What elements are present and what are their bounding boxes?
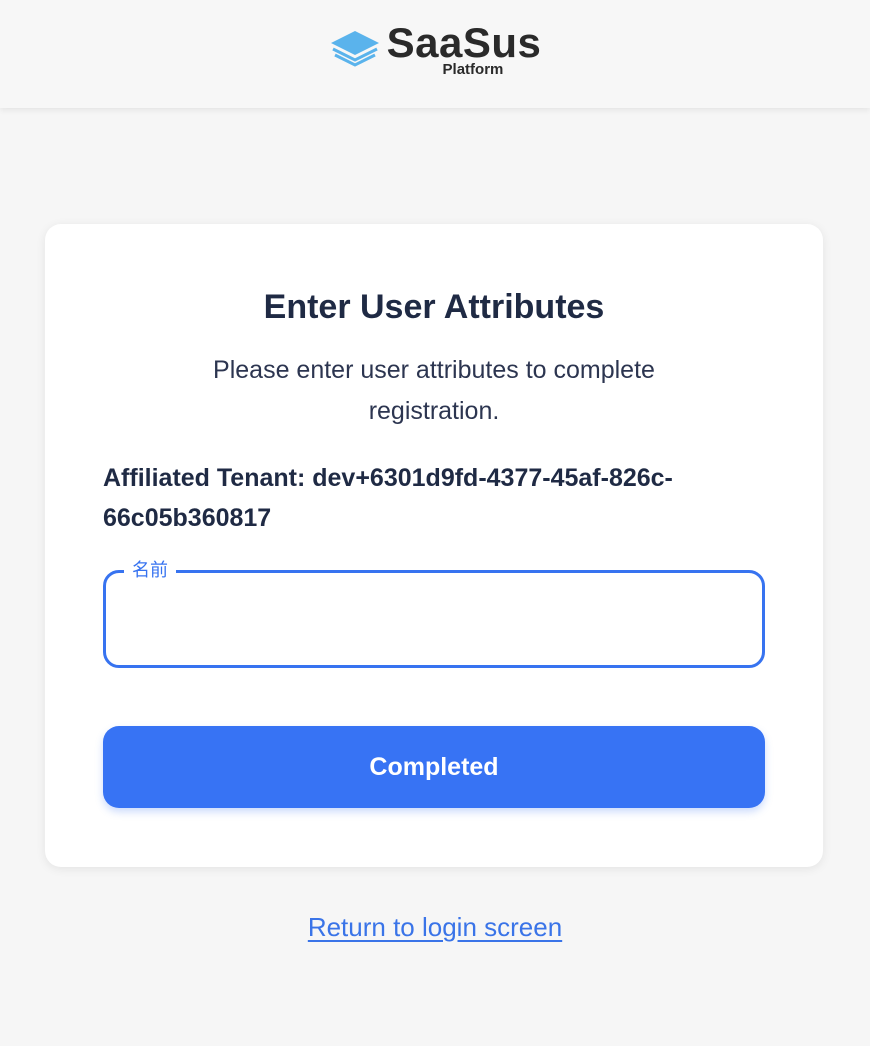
completed-button[interactable]: Completed <box>103 726 765 808</box>
name-field-label: 名前 <box>124 556 176 582</box>
brand-subtitle: Platform <box>442 60 504 78</box>
name-input[interactable] <box>120 591 748 647</box>
logo-text: SaaSus Platform <box>386 18 542 78</box>
logo[interactable]: SaaSus Platform <box>329 18 542 78</box>
name-field[interactable]: 名前 <box>103 556 765 668</box>
page-subtitle: Please enter user attributes to complete… <box>213 356 655 425</box>
brand-name: SaaSus <box>386 18 542 66</box>
header: SaaSus Platform <box>0 0 870 108</box>
affiliated-tenant: Affiliated Tenant: dev+6301d9fd-4377-45a… <box>103 464 673 532</box>
stacked-layers-icon <box>330 31 379 67</box>
page-title: Enter User Attributes <box>263 288 605 326</box>
attributes-card: Enter User Attributes Please enter user … <box>45 224 823 867</box>
return-to-login-link[interactable]: Return to login screen <box>0 912 870 943</box>
